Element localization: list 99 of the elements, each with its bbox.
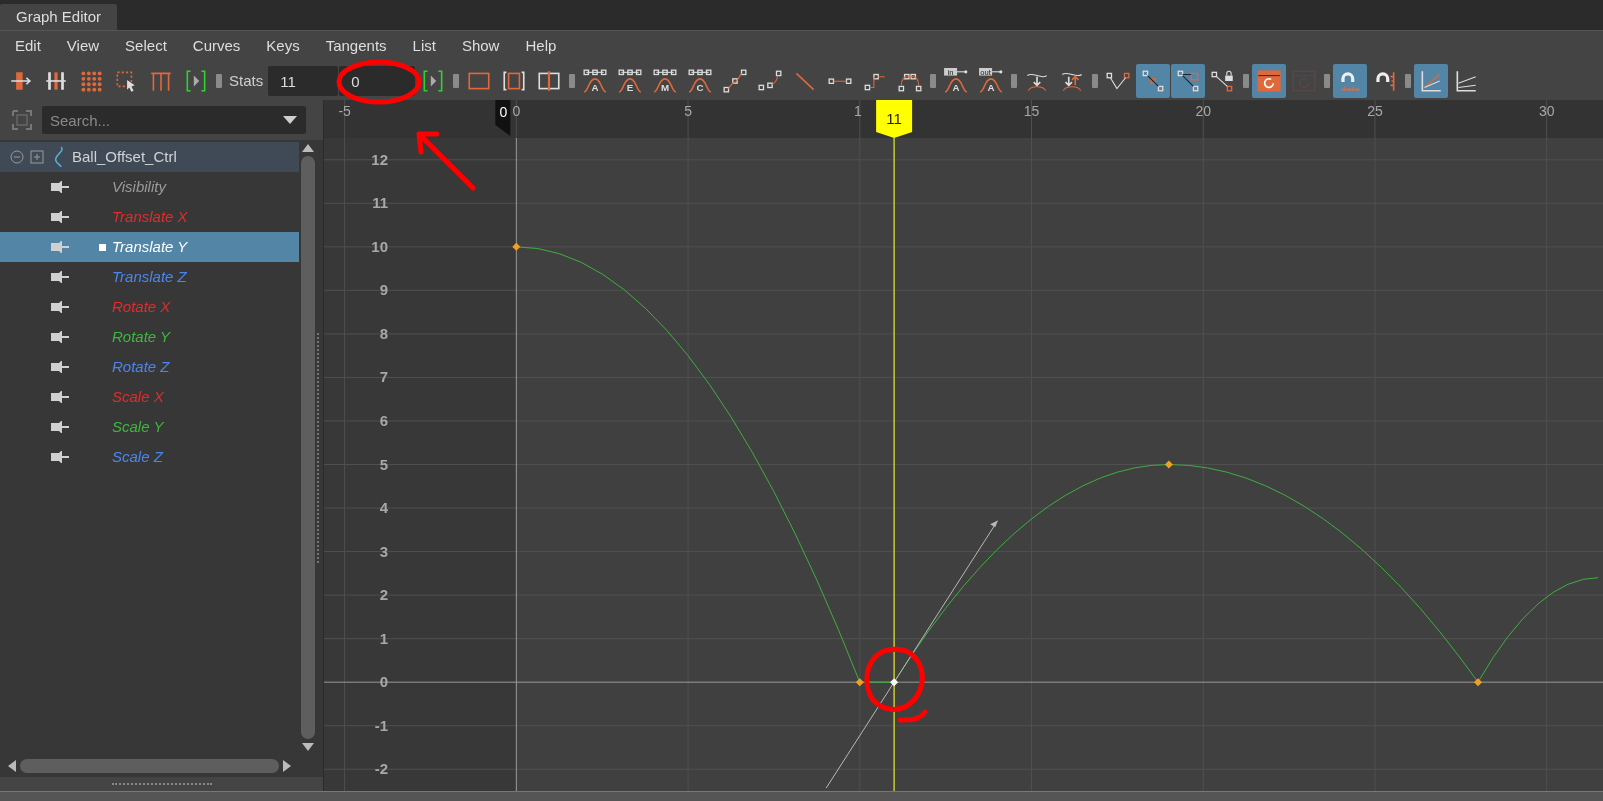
refresh-icon-button[interactable] bbox=[1252, 64, 1287, 98]
tangent-handle[interactable] bbox=[825, 520, 999, 789]
menu-item[interactable]: Tangents bbox=[312, 35, 400, 58]
refresh-icon bbox=[1256, 68, 1283, 94]
graph-icon-button[interactable] bbox=[1414, 64, 1449, 98]
window-tab[interactable]: Graph Editor bbox=[0, 4, 118, 30]
scroll-right-icon[interactable] bbox=[283, 760, 291, 772]
plug-icon bbox=[50, 390, 70, 404]
flat-tangent-icon bbox=[827, 77, 854, 85]
channel-label: Rotate X bbox=[112, 296, 171, 317]
keyframe-marker[interactable] bbox=[1474, 678, 1482, 687]
channel-row[interactable]: Scale Y bbox=[0, 412, 299, 442]
channel-label: Scale Y bbox=[112, 416, 164, 437]
toolbar-handle[interactable] bbox=[453, 74, 460, 88]
collapse-icon[interactable] bbox=[10, 150, 24, 164]
value-label: 7 bbox=[379, 368, 388, 386]
frame-label: 15 bbox=[1023, 103, 1040, 119]
toolbar-handle[interactable] bbox=[1011, 74, 1018, 88]
toolbar-handle[interactable] bbox=[1092, 74, 1099, 88]
channel-label: Visibility bbox=[112, 176, 166, 197]
value-label: 4 bbox=[379, 499, 388, 517]
toolbar-handle[interactable] bbox=[216, 74, 222, 88]
plug-icon bbox=[50, 330, 70, 344]
channel-label: Rotate Z bbox=[112, 356, 170, 377]
arrow-annotation bbox=[414, 129, 478, 193]
toolbar-handle[interactable] bbox=[930, 74, 937, 88]
current-time-marker[interactable] bbox=[876, 100, 913, 138]
channel-row[interactable]: Rotate Y bbox=[0, 322, 299, 352]
dropdown-caret-icon[interactable] bbox=[282, 115, 298, 125]
toolbar-handle[interactable] bbox=[1405, 74, 1412, 88]
keyframe-marker[interactable] bbox=[855, 678, 864, 687]
menu-item[interactable]: Help bbox=[512, 35, 570, 58]
channel-row[interactable]: Visibility bbox=[0, 172, 299, 202]
keyframe-marker[interactable] bbox=[512, 242, 521, 251]
frame-label: 30 bbox=[1538, 103, 1555, 119]
stats-label: Stats bbox=[228, 70, 265, 91]
menu-item[interactable]: Edit bbox=[2, 35, 54, 58]
search-field[interactable]: Search... bbox=[42, 106, 306, 134]
dot-grid-icon bbox=[78, 68, 104, 94]
time-ruler[interactable] bbox=[324, 100, 1603, 139]
channel-label: Translate Y bbox=[112, 236, 188, 257]
value-label: 2 bbox=[379, 586, 388, 604]
value-label: 10 bbox=[371, 237, 388, 255]
frame-label: 1 bbox=[853, 103, 862, 119]
start-frame-label: 0 bbox=[499, 104, 508, 120]
plug-icon bbox=[50, 360, 70, 374]
plug-icon bbox=[50, 300, 70, 314]
channel-label: Scale X bbox=[112, 386, 164, 407]
toolbar-handle[interactable] bbox=[1324, 74, 1331, 88]
menu-item[interactable]: View bbox=[53, 35, 113, 58]
channel-label: Scale Z bbox=[112, 446, 163, 467]
channel-label: Translate Z bbox=[112, 266, 187, 287]
scroll-up-icon[interactable] bbox=[302, 144, 314, 152]
channel-label: Translate X bbox=[112, 206, 188, 227]
value-label: -2 bbox=[374, 760, 388, 778]
menu-item[interactable]: Curves bbox=[179, 35, 254, 58]
menu-item[interactable]: Keys bbox=[253, 35, 313, 58]
scroll-down-icon[interactable] bbox=[302, 743, 314, 751]
frame-label: 25 bbox=[1367, 103, 1383, 119]
value-label: 6 bbox=[379, 411, 388, 429]
plug-icon bbox=[50, 270, 70, 284]
magnet-icon-button[interactable] bbox=[1333, 64, 1368, 98]
keyframe-marker[interactable] bbox=[1164, 460, 1173, 469]
frame-label: 0 bbox=[512, 103, 521, 119]
plug-icon bbox=[50, 450, 70, 464]
value-label: 5 bbox=[379, 455, 388, 473]
menu-item[interactable]: Select bbox=[112, 35, 180, 58]
unify-tangent-icon-button[interactable] bbox=[1136, 64, 1171, 98]
value-label: 8 bbox=[379, 324, 388, 342]
frame-label: 20 bbox=[1195, 103, 1211, 119]
value-label: -1 bbox=[374, 716, 388, 734]
value-label: 1 bbox=[379, 629, 388, 647]
plug-icon bbox=[50, 180, 70, 194]
outliner-node[interactable]: Ball_Offset_Ctrl bbox=[0, 142, 299, 172]
value-label: 3 bbox=[379, 542, 388, 560]
toolbar-handle[interactable] bbox=[569, 74, 576, 88]
plug-icon bbox=[50, 240, 70, 254]
current-frame-label: 11 bbox=[886, 110, 902, 127]
scroll-left-icon[interactable] bbox=[8, 760, 16, 772]
frame-label: 5 bbox=[684, 103, 692, 119]
start-frame-marker[interactable] bbox=[495, 100, 511, 136]
menu-item[interactable]: Show bbox=[448, 35, 513, 58]
value-label: 9 bbox=[379, 281, 388, 299]
plug-icon bbox=[50, 420, 70, 434]
plug-icon bbox=[50, 210, 70, 224]
keyframe-marker[interactable] bbox=[890, 678, 899, 687]
channel-row[interactable]: Translate Y bbox=[0, 232, 299, 262]
channel-label: Rotate Y bbox=[112, 326, 171, 347]
value-label: 12 bbox=[371, 150, 388, 168]
spline-tangent-icon bbox=[722, 68, 749, 94]
value-label: 11 bbox=[372, 194, 388, 212]
toolbar-handle[interactable] bbox=[1243, 74, 1250, 88]
expand-icon[interactable] bbox=[30, 150, 44, 164]
center-icon bbox=[536, 68, 563, 94]
node-label: Ball_Offset_Ctrl bbox=[72, 146, 177, 167]
menu-item[interactable]: List bbox=[399, 35, 449, 58]
weighted-tangent-icon-button[interactable] bbox=[1171, 64, 1206, 98]
stats-field[interactable]: 11 bbox=[268, 66, 339, 96]
frame-label: -5 bbox=[338, 103, 351, 119]
